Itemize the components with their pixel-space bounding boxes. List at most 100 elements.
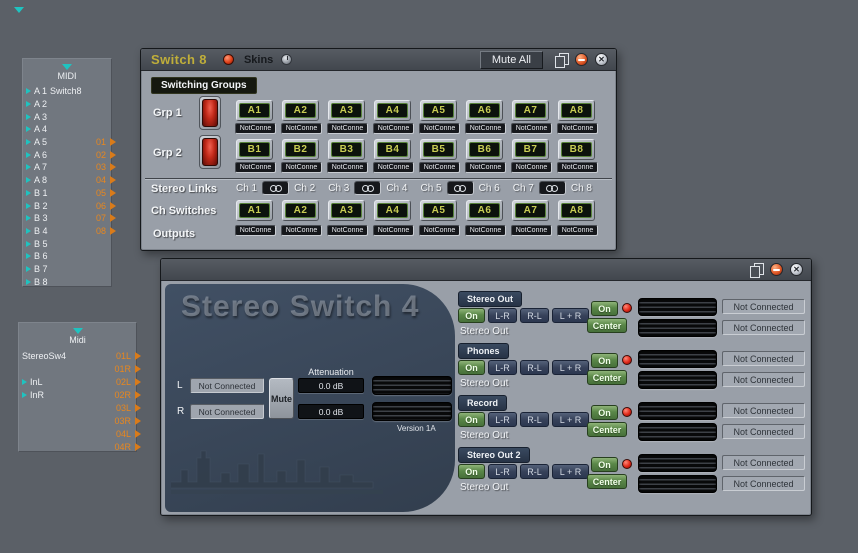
- group2-switch-button[interactable]: B2: [282, 139, 319, 160]
- skins-menu[interactable]: Skins: [244, 54, 273, 66]
- title-led-button[interactable]: [222, 54, 234, 65]
- close-button[interactable]: ✕: [595, 53, 608, 66]
- strip-center-button[interactable]: Center: [587, 370, 627, 385]
- strip-connection-r[interactable]: Not Connected: [722, 476, 805, 491]
- stereo-port-row[interactable]: StereoSw4 01L: [19, 349, 136, 362]
- strip-center-button[interactable]: Center: [587, 318, 627, 333]
- midi-port-row[interactable]: A 7 03: [23, 161, 111, 174]
- port-name[interactable]: B 2: [26, 201, 48, 211]
- strip-on2-button[interactable]: On: [591, 353, 618, 368]
- switch8-titlebar[interactable]: Switch 8 Skins Mute All ✕: [141, 49, 616, 71]
- port-name[interactable]: A 1: [26, 86, 47, 96]
- port-right-label[interactable]: 01L: [116, 351, 133, 361]
- midi-port-row[interactable]: B 3 07: [23, 212, 111, 225]
- group2-switch-button[interactable]: B4: [374, 139, 411, 160]
- midi-port-row[interactable]: B 1 05: [23, 187, 111, 200]
- group1-switch-button[interactable]: A3: [328, 100, 365, 121]
- strip-connection-l[interactable]: Not Connected: [722, 351, 805, 366]
- port-output-number[interactable]: 04: [96, 175, 108, 185]
- copy-pages-icon[interactable]: [750, 262, 764, 278]
- port-name[interactable]: B 8: [26, 277, 48, 287]
- strip-on2-button[interactable]: On: [591, 457, 618, 472]
- channel-switch-button[interactable]: A5: [420, 200, 457, 221]
- stereo-link-button[interactable]: [262, 181, 290, 195]
- midi-port-row[interactable]: A 2: [23, 98, 111, 111]
- port-right-label[interactable]: 04L: [116, 429, 133, 439]
- port-name[interactable]: B 3: [26, 213, 48, 223]
- midi-module-stereosw4[interactable]: Midi StereoSw4 01L 01R InL 02L InR 02R 0…: [18, 322, 137, 452]
- close-button[interactable]: ✕: [790, 263, 803, 276]
- port-name[interactable]: A 2: [26, 99, 47, 109]
- group1-switch-button[interactable]: A1: [236, 100, 273, 121]
- strip-on-button[interactable]: On: [458, 308, 485, 323]
- stereo-port-row[interactable]: InR 02R: [19, 388, 136, 401]
- midi-port-row[interactable]: B 5: [23, 237, 111, 250]
- midi-port-row[interactable]: A 6 02: [23, 148, 111, 161]
- port-name[interactable]: B 4: [26, 226, 48, 236]
- port-name[interactable]: A 8: [26, 175, 47, 185]
- port-output-number[interactable]: 08: [96, 226, 108, 236]
- port-name[interactable]: A 6: [26, 150, 47, 160]
- port-right-label[interactable]: 03L: [116, 403, 133, 413]
- group1-switch-button[interactable]: A7: [512, 100, 549, 121]
- port-right-label[interactable]: 02L: [116, 377, 133, 387]
- port-output-number[interactable]: 03: [96, 162, 108, 172]
- strip-connection-r[interactable]: Not Connected: [722, 424, 805, 439]
- strip-center-button[interactable]: Center: [587, 474, 627, 489]
- midi-port-row[interactable]: A 5 01: [23, 136, 111, 149]
- strip-connection-r[interactable]: Not Connected: [722, 320, 805, 335]
- port-output-number[interactable]: 05: [96, 188, 108, 198]
- midi-module-switch8[interactable]: MIDI A 1 Switch8 A 2 A 3 A 4 A 5 01 A 6 …: [22, 58, 112, 287]
- midi-port-row[interactable]: A 1 Switch8: [23, 85, 111, 98]
- strip-center-button[interactable]: Center: [587, 422, 627, 437]
- input-r-selector[interactable]: Not Connected: [190, 404, 264, 419]
- port-name[interactable]: B 1: [26, 188, 48, 198]
- strip-lr-button[interactable]: L-R: [488, 464, 517, 479]
- strip-connection-r[interactable]: Not Connected: [722, 372, 805, 387]
- strip-on2-button[interactable]: On: [591, 405, 618, 420]
- group2-switch-button[interactable]: B6: [466, 139, 503, 160]
- mute-button[interactable]: Mute: [269, 378, 294, 419]
- stereo-link-button[interactable]: [446, 181, 474, 195]
- port-right-label[interactable]: 04R: [114, 442, 133, 452]
- strip-on-button[interactable]: On: [458, 412, 485, 427]
- attenuation-r-value[interactable]: 0.0 dB: [298, 404, 364, 419]
- attenuation-l-value[interactable]: 0.0 dB: [298, 378, 364, 393]
- port-name[interactable]: B 6: [26, 251, 48, 261]
- group1-switch-button[interactable]: A4: [374, 100, 411, 121]
- channel-switch-button[interactable]: A8: [558, 200, 595, 221]
- strip-lr-button[interactable]: L-R: [488, 308, 517, 323]
- channel-switch-button[interactable]: A3: [328, 200, 365, 221]
- port-name[interactable]: A 5: [26, 137, 47, 147]
- strip-rl-button[interactable]: R-L: [520, 412, 549, 427]
- copy-pages-icon[interactable]: [555, 52, 569, 68]
- midi-port-row[interactable]: B 8: [23, 275, 111, 288]
- stereo-port-row[interactable]: 03R: [19, 414, 136, 427]
- input-l-selector[interactable]: Not Connected: [190, 378, 264, 393]
- midi-port-row[interactable]: A 4: [23, 123, 111, 136]
- group2-switch-button[interactable]: B8: [558, 139, 595, 160]
- strip-lr-button[interactable]: L-R: [488, 360, 517, 375]
- strip-lplusr-button[interactable]: L + R: [552, 360, 589, 375]
- group1-switch-button[interactable]: A6: [466, 100, 503, 121]
- channel-switch-button[interactable]: A4: [374, 200, 411, 221]
- strip-on-button[interactable]: On: [458, 360, 485, 375]
- stereo-link-button[interactable]: [538, 181, 566, 195]
- strip-lplusr-button[interactable]: L + R: [552, 412, 589, 427]
- port-left-label[interactable]: StereoSw4: [22, 351, 66, 361]
- port-name[interactable]: B 7: [26, 264, 48, 274]
- midi-port-row[interactable]: B 4 08: [23, 225, 111, 238]
- mute-all-button[interactable]: Mute All: [479, 50, 543, 69]
- channel-switch-button[interactable]: A2: [282, 200, 319, 221]
- stereo-port-row[interactable]: 04R: [19, 440, 136, 453]
- port-output-number[interactable]: 02: [96, 150, 108, 160]
- strip-on-button[interactable]: On: [458, 464, 485, 479]
- channel-switch-button[interactable]: A6: [466, 200, 503, 221]
- group2-switch-button[interactable]: B7: [512, 139, 549, 160]
- group2-switch-button[interactable]: B5: [420, 139, 457, 160]
- stereo-switch4-titlebar[interactable]: ✕: [161, 259, 811, 281]
- minimize-button[interactable]: [575, 53, 588, 66]
- channel-switch-button[interactable]: A7: [512, 200, 549, 221]
- strip-lplusr-button[interactable]: L + R: [552, 464, 589, 479]
- group1-switch-button[interactable]: A8: [558, 100, 595, 121]
